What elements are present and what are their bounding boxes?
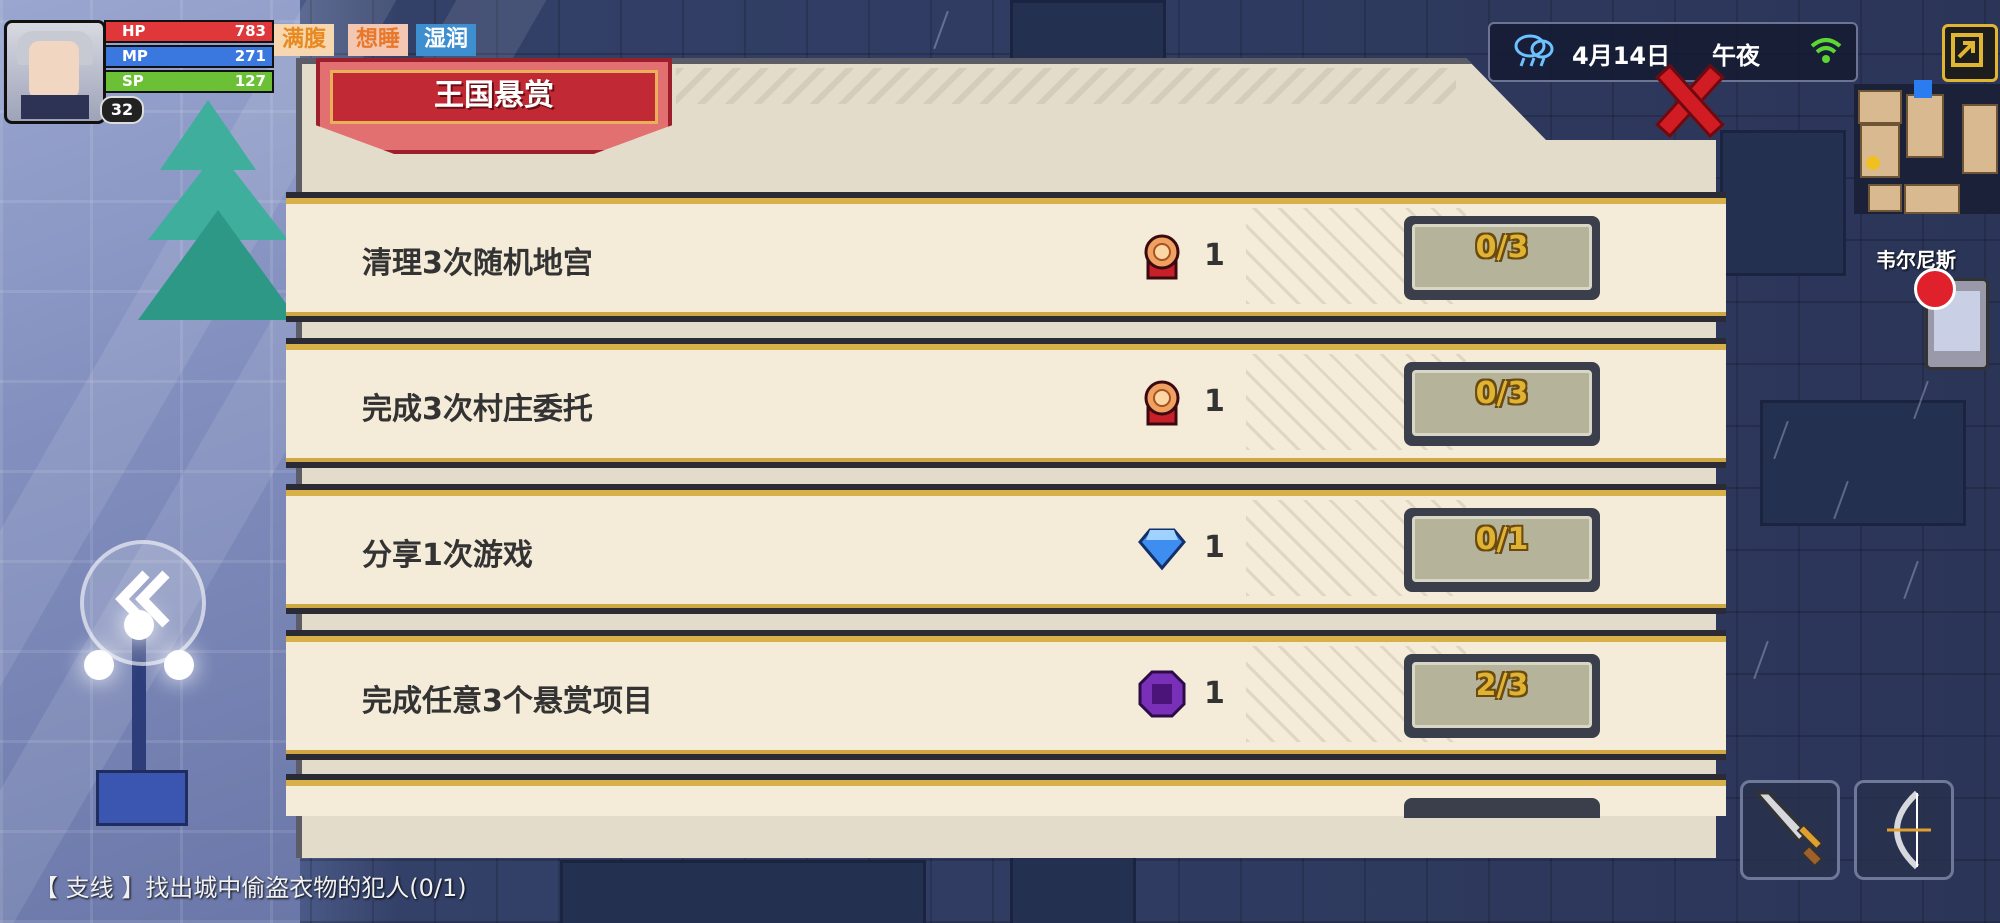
reward-count: 1 <box>1204 676 1225 711</box>
shelf <box>1720 130 1846 276</box>
shelf <box>1010 0 1166 66</box>
bounty-row: 分享1次游戏 1 0/1 <box>286 484 1726 614</box>
mp-label: MP <box>122 47 148 65</box>
status-tag-full: 满腹 <box>274 24 335 56</box>
reward-count: 1 <box>1204 384 1225 419</box>
progress-button[interactable]: 2/3 <box>1404 654 1600 738</box>
hp-value: 783 <box>234 22 266 40</box>
rain-drop <box>1753 640 1769 680</box>
back-button[interactable] <box>80 540 206 666</box>
rain-drop <box>933 10 949 50</box>
status-tag-sleepy: 想睡 <box>348 24 409 56</box>
location-label: 韦尔尼斯 <box>1876 248 1956 272</box>
bounty-row: 完成任意3个悬赏项目 1 2/3 <box>286 630 1726 760</box>
progress-label: 0/3 <box>1475 230 1529 265</box>
minimap[interactable] <box>1854 80 2000 214</box>
shelf <box>560 860 926 923</box>
close-button[interactable] <box>1652 62 1725 139</box>
progress-button[interactable]: 0/3 <box>1404 362 1600 446</box>
shelf <box>1010 850 1136 923</box>
status-tag-wet: 湿润 <box>416 24 477 56</box>
title-banner: 王国悬赏 <box>316 58 672 154</box>
wifi-icon <box>1810 38 1842 63</box>
progress-button[interactable]: 0/3 <box>1404 216 1600 300</box>
player-marker-icon <box>1866 156 1880 170</box>
progress-label: 2/3 <box>1475 668 1529 703</box>
shelf <box>1760 400 1966 526</box>
bounty-task: 完成任意3个悬赏项目 <box>362 684 653 719</box>
map-marker-icon <box>1914 80 1932 98</box>
sp-label: SP <box>122 72 144 90</box>
double-chevron-left-icon <box>115 570 170 628</box>
purple-gem-icon <box>1138 670 1186 718</box>
sp-value: 127 <box>234 72 266 90</box>
panel-title: 王国悬赏 <box>434 78 554 113</box>
weapon-slot-sword[interactable] <box>1740 780 1840 880</box>
bow-icon <box>1887 790 1931 870</box>
panel-decoration <box>676 68 1456 104</box>
bounty-task: 完成3次村庄委托 <box>362 392 593 427</box>
notification-dot <box>1914 268 1956 310</box>
bounty-task: 清理3次随机地宫 <box>362 246 593 281</box>
reward-count: 1 <box>1204 238 1225 273</box>
time-label: 午夜 <box>1712 42 1760 70</box>
hp-label: HP <box>122 22 146 40</box>
exit-door-icon <box>1951 33 1983 67</box>
weapon-slot-bow[interactable] <box>1854 780 1954 880</box>
mp-bar: MP 271 <box>104 45 274 68</box>
hp-bar: HP 783 <box>104 20 274 43</box>
bounty-row: 完成3次村庄委托 1 0/3 <box>286 338 1726 468</box>
progress-label: 0/3 <box>1475 376 1529 411</box>
bounty-row: 清理3次随机地宫 1 0/3 <box>286 192 1726 322</box>
mp-value: 271 <box>234 47 266 65</box>
exit-button[interactable] <box>1942 24 1998 82</box>
medal-icon <box>1144 234 1180 280</box>
diamond-icon <box>1138 528 1186 571</box>
sp-bar: SP 127 <box>104 70 274 93</box>
level-badge: 32 <box>100 96 144 124</box>
rain-drop <box>1903 560 1919 600</box>
medal-icon <box>1144 380 1180 426</box>
player-avatar[interactable] <box>4 20 106 124</box>
quest-tracker[interactable]: 【 支线 】找出城中偷盗衣物的犯人(0/1) <box>34 868 467 903</box>
reward-count: 1 <box>1204 530 1225 565</box>
progress-label: 0/1 <box>1475 522 1529 557</box>
bounty-task: 分享1次游戏 <box>362 538 533 573</box>
bounty-row-partial <box>286 774 1726 818</box>
sword-icon <box>1753 791 1824 868</box>
progress-button[interactable]: 0/1 <box>1404 508 1600 592</box>
